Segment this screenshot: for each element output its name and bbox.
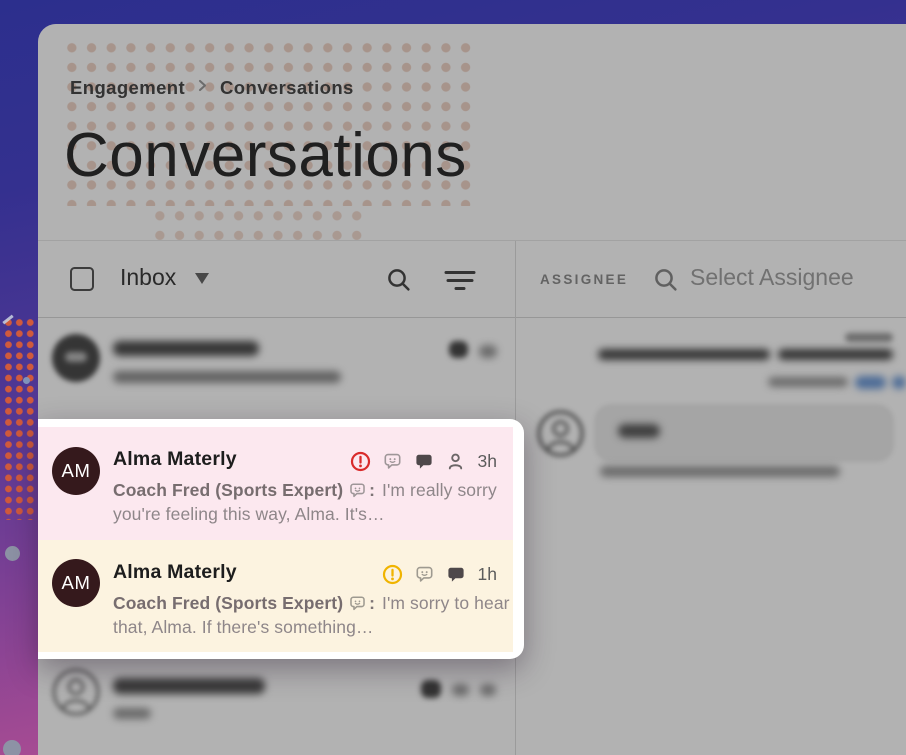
- chat-bubble-icon: [415, 454, 432, 469]
- conversation-preview: Coach Fred (Sports Expert) : I'm really …: [113, 479, 511, 526]
- preview-separator: :: [369, 593, 376, 613]
- slate-dot-decoration: [3, 740, 21, 755]
- conversation-time: 3h: [477, 451, 497, 471]
- bot-message-icon: [384, 453, 401, 469]
- conversation-row-alma-1h[interactable]: AM Alma Materly 1h Coach Fred (Sports Ex…: [38, 540, 513, 652]
- orange-dot-pattern: [3, 317, 37, 520]
- conversation-name: Alma Materly: [113, 448, 237, 470]
- conversation-time: 1h: [477, 564, 497, 584]
- conversation-meta: 1h: [382, 564, 497, 585]
- conversation-name: Alma Materly: [113, 561, 237, 583]
- preview-separator: :: [369, 480, 376, 500]
- alert-circle-icon: [350, 451, 370, 472]
- preview-author: Coach Fred (Sports Expert): [113, 593, 344, 613]
- bot-message-icon: [416, 566, 433, 582]
- slate-dot-decoration: [23, 377, 30, 384]
- conversation-row-alma-3h[interactable]: AM Alma Materly 3h Coach Fred (Sports Ex…: [38, 427, 513, 540]
- avatar-initials: AM: [61, 572, 91, 593]
- alert-circle-icon: [382, 564, 402, 585]
- conversations-screen: Engagement Conversations Conversations I…: [0, 0, 906, 755]
- avatar: AM: [52, 559, 100, 607]
- bot-message-icon: [350, 596, 365, 611]
- conversation-meta: 3h: [350, 451, 497, 472]
- conversation-preview: Coach Fred (Sports Expert) : I'm sorry t…: [113, 592, 511, 639]
- preview-author: Coach Fred (Sports Expert): [113, 480, 344, 500]
- assignee-person-icon: [448, 453, 462, 470]
- bot-message-icon: [350, 483, 365, 498]
- avatar-initials: AM: [61, 460, 91, 481]
- chat-bubble-icon: [447, 567, 464, 582]
- slate-dot-decoration: [5, 546, 20, 561]
- highlighted-conversations-card: AM Alma Materly 3h Coach Fred (Sports Ex…: [38, 419, 524, 659]
- avatar: AM: [52, 447, 100, 495]
